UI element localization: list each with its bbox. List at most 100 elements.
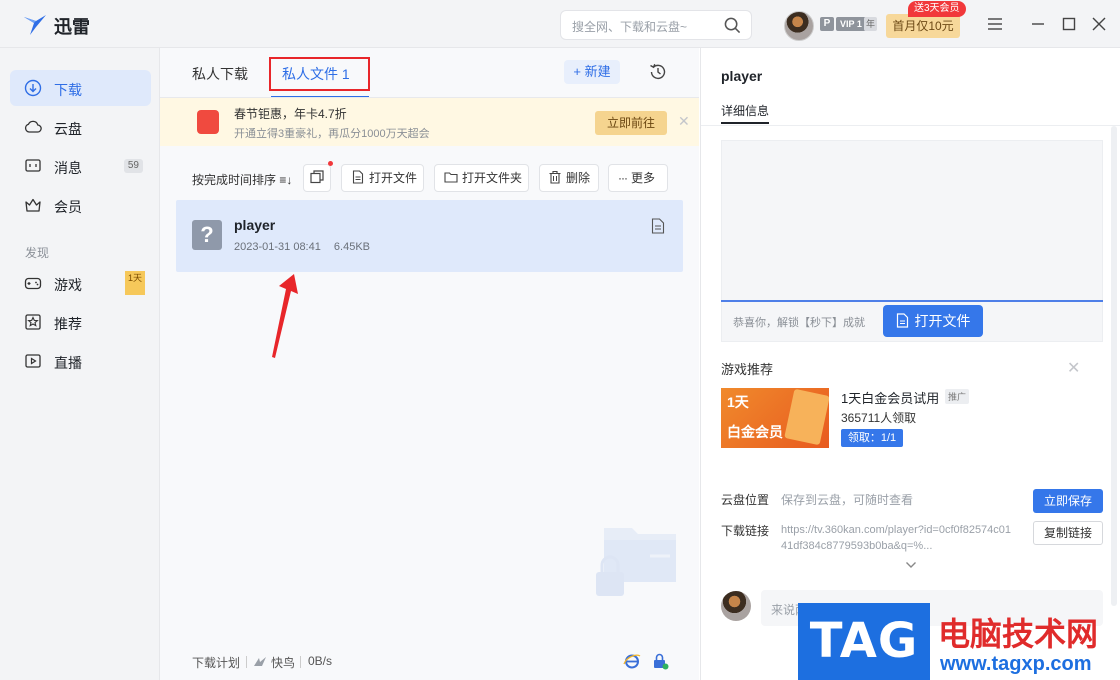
p-badge: P xyxy=(820,17,834,31)
title-bar: 迅雷 搜全网、下载和云盘~ P VIP 1 年 首月仅10元 送3天会员 xyxy=(0,0,1120,48)
save-now-button[interactable]: 立即保存 xyxy=(1033,489,1103,513)
sidebar-item-recommend[interactable]: 推荐 xyxy=(10,304,151,340)
open-file-button[interactable]: 打开文件 xyxy=(341,164,424,192)
close-icon[interactable] xyxy=(1089,14,1109,34)
app-name: 迅雷 xyxy=(54,17,90,37)
open-file-label: 打开文件 xyxy=(369,171,418,185)
more-dots-icon: ··· xyxy=(618,171,628,185)
empty-folder-lock-illustration xyxy=(596,528,676,596)
sidebar-item-messages[interactable]: 消息 59 xyxy=(10,148,151,184)
file-preview-area: 打开文件 xyxy=(721,140,1103,342)
delete-button[interactable]: 删除 xyxy=(539,164,599,192)
download-link-value: https://tv.360kan.com/player?id=0cf0f825… xyxy=(781,524,1012,552)
user-avatar[interactable] xyxy=(784,11,814,41)
achievement-note: 恭喜你，解锁【秒下】成就 xyxy=(733,317,865,329)
chevron-down-icon[interactable] xyxy=(905,560,917,570)
claim-button[interactable]: 领取：1/1 xyxy=(841,429,903,447)
sidebar-item-label: 会员 xyxy=(54,199,82,215)
lock-icon[interactable] xyxy=(651,652,669,670)
game-promo-image[interactable]: 1天 白金会员 xyxy=(721,388,829,448)
open-folder-button[interactable]: 打开文件夹 xyxy=(434,164,529,192)
promo-card-decoration xyxy=(784,388,829,446)
scrollbar[interactable] xyxy=(1111,126,1117,606)
game-promo-thumbnail: 1天 xyxy=(125,271,145,295)
message-icon xyxy=(25,159,41,172)
copy-link-button[interactable]: 复制链接 xyxy=(1033,521,1103,545)
game-close-icon[interactable]: ✕ xyxy=(1067,358,1080,378)
download-link-label: 下载链接 xyxy=(721,524,770,538)
file-icon xyxy=(352,170,364,184)
cloud-location-label: 云盘位置 xyxy=(721,493,770,507)
banner-title: 春节钜惠，年卡4.7折 xyxy=(234,107,347,121)
banner-go-button[interactable]: 立即前往 xyxy=(595,111,667,135)
new-task-button[interactable]: + 新建 xyxy=(564,60,620,84)
message-count-badge: 59 xyxy=(123,159,143,173)
more-label: 更多 xyxy=(631,171,656,185)
sidebar-item-live[interactable]: 直播 xyxy=(10,343,151,379)
sidebar-item-vip[interactable]: 会员 xyxy=(10,187,151,223)
thunder-bird-logo-icon xyxy=(24,15,46,35)
star-icon xyxy=(25,314,41,330)
fast-bird-button[interactable]: 快鸟 xyxy=(271,654,295,671)
watermark-logo: TAG 电脑技术网 www.tagxp.com xyxy=(798,603,1108,680)
cloud-icon xyxy=(24,120,42,133)
trash-icon xyxy=(549,170,561,184)
delete-label: 删除 xyxy=(566,171,591,185)
tab-private-download[interactable]: 私人下载 xyxy=(192,64,248,84)
sidebar-item-label: 直播 xyxy=(54,355,82,371)
file-row[interactable]: ? player 2023-01-31 08:41 6.45KB xyxy=(176,200,683,272)
preview-progress-line xyxy=(721,300,1103,302)
preview-open-file-button[interactable]: 打开文件 xyxy=(883,305,983,337)
multi-select-button[interactable] xyxy=(303,164,331,192)
more-button[interactable]: ··· 更多 xyxy=(608,164,668,192)
year-badge: 年 xyxy=(864,17,878,31)
search-input[interactable]: 搜全网、下载和云盘~ xyxy=(560,10,752,40)
avatar xyxy=(721,591,751,621)
file-date: 2023-01-31 08:41 xyxy=(234,241,321,253)
game-name[interactable]: 1天白金会员试用 xyxy=(841,388,939,407)
file-icon xyxy=(896,313,908,328)
download-plan-button[interactable]: 下载计划 xyxy=(192,654,240,671)
browser-icon[interactable] xyxy=(623,652,641,670)
watermark-site-name: 电脑技术网 xyxy=(938,616,1099,652)
menu-icon[interactable] xyxy=(985,14,1005,34)
tab-detail-info[interactable]: 详细信息 xyxy=(721,102,769,119)
sidebar-item-games[interactable]: 游戏 1天 xyxy=(10,265,151,301)
ad-tag: 推广 xyxy=(945,389,970,404)
watermark-tag: TAG xyxy=(798,603,930,680)
tab-active-underline xyxy=(721,122,769,124)
game-recommend-title: 游戏推荐 xyxy=(721,362,774,377)
sidebar-item-download[interactable]: 下载 xyxy=(10,70,151,106)
unknown-file-icon: ? xyxy=(192,220,222,250)
gamepad-icon xyxy=(24,277,42,290)
divider xyxy=(246,656,247,668)
file-detail-icon[interactable] xyxy=(651,218,665,234)
maximize-icon[interactable] xyxy=(1059,14,1079,34)
sidebar-item-cloud[interactable]: 云盘 xyxy=(10,109,151,145)
gift-icon xyxy=(197,110,219,134)
download-icon xyxy=(24,79,42,97)
notification-dot xyxy=(328,161,333,166)
annotation-highlight-box xyxy=(269,57,370,91)
multi-select-icon xyxy=(310,170,324,184)
detail-title: player xyxy=(721,68,763,84)
promo-badge: 送3天会员 xyxy=(908,1,966,17)
sort-by-completion-time[interactable]: 按完成时间排序 ≡↓ xyxy=(192,171,292,188)
history-icon[interactable] xyxy=(648,62,668,82)
search-placeholder: 搜全网、下载和云盘~ xyxy=(572,20,688,34)
file-name: player xyxy=(234,217,276,233)
open-file-label: 打开文件 xyxy=(914,313,971,329)
minimize-icon[interactable] xyxy=(1028,14,1048,34)
live-icon xyxy=(25,354,41,368)
download-speed: 0B/s xyxy=(308,654,333,668)
divider xyxy=(701,125,1120,126)
detail-panel: player 详细信息 打开文件 恭喜你，解锁【秒下】成就 游戏推荐 ✕ 1天 … xyxy=(700,48,1120,680)
status-bar: 下载计划 快鸟 0B/s xyxy=(160,648,699,680)
file-meta: 2023-01-31 08:41 6.45KB xyxy=(234,241,380,253)
divider xyxy=(300,656,301,668)
discover-section-label: 发现 xyxy=(25,246,50,260)
first-month-promo-button[interactable]: 首月仅10元 xyxy=(886,14,960,38)
search-icon[interactable] xyxy=(724,17,741,34)
bird-icon xyxy=(254,657,266,666)
banner-close-icon[interactable]: ✕ xyxy=(678,113,690,130)
